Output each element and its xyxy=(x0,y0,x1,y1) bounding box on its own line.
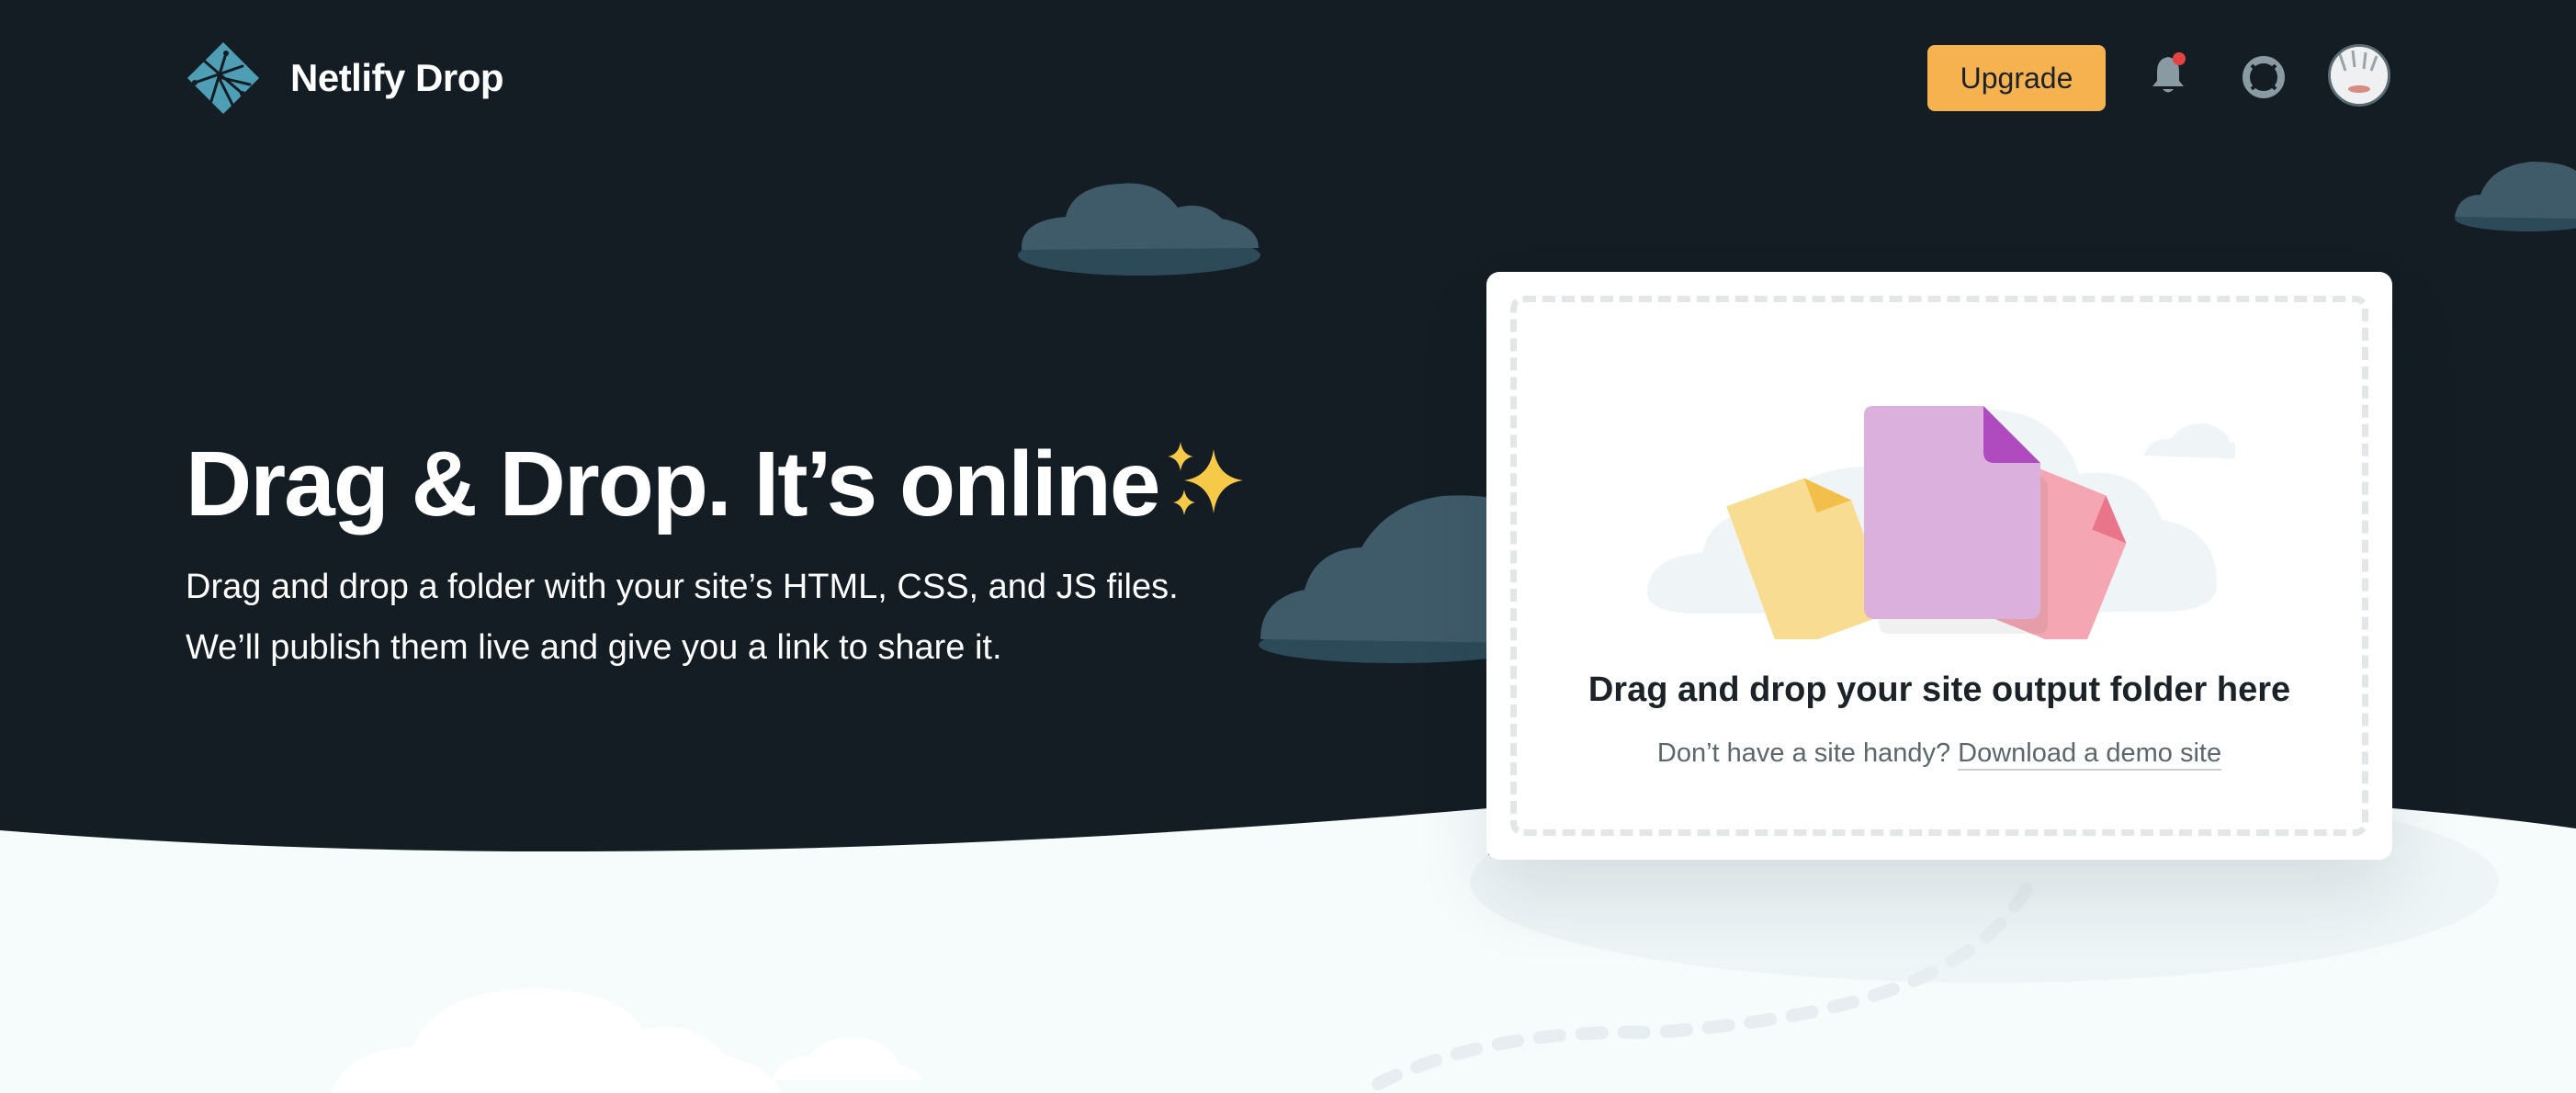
sparkles-icon xyxy=(1168,442,1244,515)
netlify-logo-icon xyxy=(187,42,259,114)
brand[interactable]: Netlify Drop xyxy=(186,39,504,118)
drop-card: Drag and drop your site output folder he… xyxy=(1486,272,2392,860)
hero-subtitle: Drag and drop a folder with your site’s … xyxy=(186,557,1288,678)
lifebuoy-icon[interactable] xyxy=(2242,55,2286,99)
brand-name: Netlify Drop xyxy=(290,56,504,99)
download-demo-link[interactable]: Download a demo site xyxy=(1958,738,2222,771)
cloud-top-right xyxy=(2455,162,2576,231)
bell-icon[interactable] xyxy=(2148,51,2188,97)
upgrade-button[interactable]: Upgrade xyxy=(1927,45,2106,111)
avatar-image xyxy=(2331,47,2388,104)
hero-subtitle-line2: We’ll publish them live and give you a l… xyxy=(186,628,1002,667)
files-illustration xyxy=(1647,406,2235,639)
cloud-top-center xyxy=(1018,183,1260,276)
hero-title: Drag & Drop. It’s online xyxy=(186,424,1248,544)
top-nav: Netlify Drop Upgrade xyxy=(0,0,2576,156)
hero-subtitle-line1: Drag and drop a folder with your site’s … xyxy=(186,568,1179,606)
user-avatar[interactable] xyxy=(2328,44,2390,107)
hero-title-text: Drag & Drop. It’s online xyxy=(186,433,1160,535)
drop-help: Don’t have a site handy? Download a demo… xyxy=(1486,738,2392,771)
netlify-drop-page: Netlify Drop Upgrade Drag & Drop. It’s o… xyxy=(0,0,2576,1093)
drop-title: Drag and drop your site output folder he… xyxy=(1587,670,2291,709)
drop-help-text: Don’t have a site handy? xyxy=(1656,738,1951,768)
